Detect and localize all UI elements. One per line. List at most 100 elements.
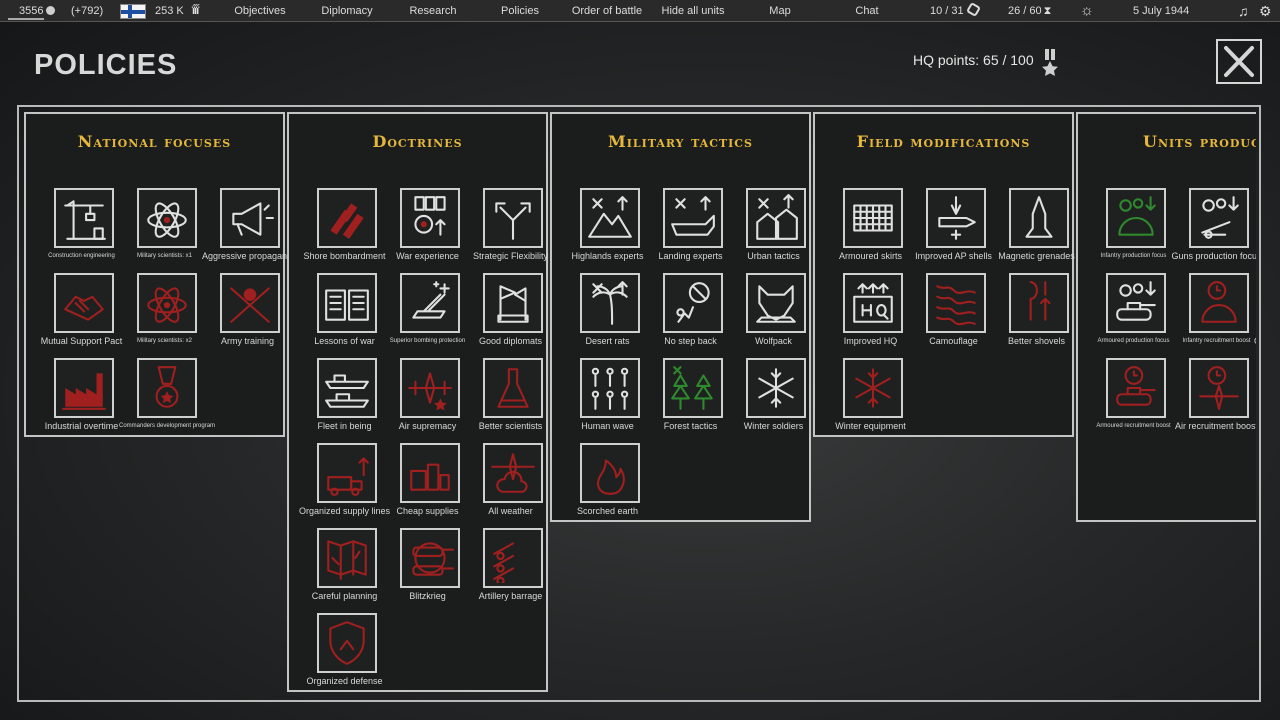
- policy-tile[interactable]: .f{fill:#a01f1f;stroke:none} Mutual Suppo…: [40, 273, 123, 353]
- crane-icon: .f{fill:#e0e0e0;stroke:none}: [64, 200, 106, 240]
- policy-label: Artillery barrage: [478, 591, 543, 601]
- nav-objectives[interactable]: Objectives: [222, 0, 298, 22]
- policy-tile[interactable]: .f{fill:#a01f1f;stroke:none} Organized su…: [299, 443, 390, 523]
- nav-order-of-battle[interactable]: Order of battle: [566, 0, 648, 22]
- policy-tile[interactable]: .f{fill:#e0e0e0;stroke:none} Lessons of w…: [303, 273, 386, 353]
- music-icon[interactable]: ♫: [1238, 0, 1249, 22]
- policy-tile[interactable]: .f{fill:#e0e0e0;stroke:none} Human wave: [566, 358, 649, 438]
- policy-label: Human wave: [581, 421, 634, 431]
- close-button[interactable]: [1216, 39, 1262, 84]
- nav-hide-all-units[interactable]: Hide all units: [658, 0, 728, 22]
- policy-tile[interactable]: .f{fill:#a01f1f;stroke:none} Organized de…: [303, 613, 386, 693]
- policy-tile[interactable]: .f{fill:#e0e0e0;stroke:none} Landing expe…: [649, 188, 732, 268]
- policy-label: Cheap supplies: [396, 506, 459, 516]
- policy-tile[interactable]: .f{fill:#a01f1f;stroke:none} Artillery ba…: [469, 528, 552, 608]
- policy-tile[interactable]: .f{fill:#e0e0e0;stroke:none} Winter soldi…: [732, 358, 815, 438]
- policy-tile[interactable]: .f{fill:#e0e0e0;stroke:none} Guns product…: [1171, 188, 1256, 268]
- no-retreat-icon: .f{fill:#e0e0e0;stroke:none}: [676, 282, 710, 323]
- policy-icon-box: .f{fill:#e0e0e0;stroke:none}: [926, 188, 986, 248]
- policy-tile[interactable]: .f{fill:#e0e0e0;stroke:none} Improved HQ: [829, 273, 912, 353]
- policy-tile[interactable]: .f{fill:#a01f1f;stroke:none} Careful plan…: [303, 528, 386, 608]
- category-title: Units product: [1143, 132, 1256, 151]
- policy-icon-box: .f{fill:#e0e0e0;stroke:none}: [663, 273, 723, 333]
- shovels-icon: .f{fill:#a01f1f;stroke:none}: [1029, 281, 1051, 321]
- policy-tile[interactable]: .f{fill:#e0e0e0;stroke:none} War experien…: [386, 188, 469, 268]
- policy-icon-box: .f{fill:#a01f1f;stroke:none}: [317, 443, 377, 503]
- policy-tile[interactable]: .f{fill:#e0e0e0;stroke:none} Armoured pro…: [1092, 273, 1175, 353]
- policy-icon-box: .f{fill:#e0e0e0;stroke:none}: [1009, 188, 1069, 248]
- policy-tile[interactable]: .f{fill:#a01f1f;stroke:none} Camouflage: [912, 273, 995, 353]
- policy-tile[interactable]: .f{fill:#e0e0e0;stroke:none} Desert rats: [566, 273, 649, 353]
- policy-tile[interactable]: .f{fill:#a01f1f;stroke:none} Air supremac…: [386, 358, 469, 438]
- soldiers-icon: .f{fill:#e0e0e0;stroke:none}: [591, 367, 629, 410]
- policy-tile[interactable]: .f{fill:#e0e0e0;stroke:none} Good diploma…: [469, 273, 552, 353]
- policy-icon-box: .f{fill:#a01f1f;stroke:none}: [317, 528, 377, 588]
- policy-tile[interactable]: .f{fill:#2f8a2f;stroke:none} Infantry pro…: [1092, 188, 1175, 268]
- policy-tile[interactable]: .f{fill:#e0e0e0;stroke:none} Armoured ski…: [829, 188, 912, 268]
- policy-tile[interactable]: .f{fill:#a01f1f;stroke:none} Better shove…: [995, 273, 1078, 353]
- policy-tile[interactable]: .f{fill:#a01f1f;stroke:none} Winter equip…: [829, 358, 912, 438]
- policy-tile[interactable]: .f{fill:#e0e0e0;stroke:none} Urban tactic…: [732, 188, 815, 268]
- policy-tile[interactable]: .f{fill:#e0e0e0;stroke:none} Shore bombar…: [303, 188, 386, 268]
- policy-icon-box: .f{fill:#e0e0e0;stroke:none}: [746, 273, 806, 333]
- policy-tile[interactable]: .f{fill:#e0e0e0;stroke:none} No step back: [649, 273, 732, 353]
- policy-tile[interactable]: .f{fill:#e0e0e0;stroke:none} Military sci…: [123, 188, 206, 268]
- policy-tile[interactable]: .f{fill:#2f8a2f;stroke:none} Forest tacti…: [649, 358, 732, 438]
- clock-plane-icon: .f{fill:#a01f1f;stroke:none}: [1199, 366, 1239, 410]
- policy-label: Organized defense: [306, 676, 383, 686]
- gear-icon[interactable]: ⚙: [1259, 0, 1272, 22]
- policy-tile[interactable]: .f{fill:#e0e0e0;stroke:none} Aggressive p…: [202, 188, 297, 268]
- policy-tile[interactable]: .f{fill:#e0e0e0;stroke:none} Construction…: [40, 188, 123, 268]
- atom-icon: .f{fill:#e0e0e0;stroke:none}: [147, 202, 187, 238]
- policy-icon-box: .f{fill:#e0e0e0;stroke:none}: [317, 273, 377, 333]
- policy-icon-box: .f{fill:#a01f1f;stroke:none}: [1106, 358, 1166, 418]
- policy-icon-box: .f{fill:#a01f1f;stroke:none}: [54, 358, 114, 418]
- nav-policies[interactable]: Policies: [490, 0, 550, 22]
- nav-diplomacy[interactable]: Diplomacy: [312, 0, 382, 22]
- finland-flag-icon[interactable]: [120, 4, 146, 19]
- policy-label: All weather: [488, 506, 533, 516]
- wolf-icon: .f{fill:#e0e0e0;stroke:none}: [756, 285, 796, 323]
- flask-icon: .f{fill:#a01f1f;stroke:none}: [497, 368, 529, 408]
- policy-tile[interactable]: .f{fill:#a01f1f;stroke:none} Commanders d…: [119, 358, 215, 438]
- policy-label: Infantry production focus: [1100, 253, 1167, 259]
- policy-tile[interactable]: .f{fill:#e0e0e0;stroke:none} Strategic Fl…: [469, 188, 552, 268]
- policy-label: Winter equipment: [835, 421, 906, 431]
- category-military-tactics: Military tactics .f{fill:#e0e0e0;stroke:…: [550, 112, 811, 522]
- policy-tile[interactable]: .f{fill:#a01f1f;stroke:none} Scorched ear…: [566, 443, 649, 523]
- nav-chat[interactable]: Chat: [846, 0, 888, 22]
- policy-icon-box: .f{fill:#e0e0e0;stroke:none}: [580, 273, 640, 333]
- policy-tile[interactable]: .f{fill:#e0e0e0;stroke:none} Fleet in bei…: [303, 358, 386, 438]
- policy-tile[interactable]: .f{fill:#e0e0e0;stroke:none} Improved AP …: [912, 188, 995, 268]
- nav-map[interactable]: Map: [760, 0, 800, 22]
- nav-research[interactable]: Research: [400, 0, 466, 22]
- policy-label: Superior bombing protection: [389, 338, 466, 344]
- grenade-icon: .f{fill:#e0e0e0;stroke:none}: [1025, 196, 1053, 238]
- policy-tile[interactable]: .f{fill:#a01f1f;stroke:none} Air recruitm…: [1175, 358, 1256, 438]
- money-underline: [8, 18, 44, 20]
- policy-tile[interactable]: .f{fill:#a01f1f;stroke:none} Infantry rec…: [1175, 273, 1256, 353]
- policy-icon-box: .f{fill:#e0e0e0;stroke:none}: [54, 188, 114, 248]
- policy-tile[interactable]: .f{fill:#e0e0e0;stroke:none} Superior bom…: [386, 273, 469, 353]
- policy-tile[interactable]: .f{fill:#a01f1f;stroke:none} Army trainin…: [206, 273, 289, 353]
- policy-icon-box: .f{fill:#e0e0e0;stroke:none}: [1189, 188, 1249, 248]
- policy-tile[interactable]: .f{fill:#a01f1f;stroke:none} Better scien…: [469, 358, 552, 438]
- policy-tile[interactable]: .f{fill:#a01f1f;stroke:none} Armoured rec…: [1092, 358, 1175, 438]
- landing-craft-icon: .f{fill:#e0e0e0;stroke:none}: [671, 196, 715, 236]
- policy-tile[interactable]: .f{fill:#a01f1f;stroke:none} All weather: [469, 443, 552, 523]
- policy-tile[interactable]: .f{fill:#a01f1f;stroke:none} Industrial o…: [40, 358, 123, 438]
- policy-label: Military scientists: x1: [136, 253, 192, 259]
- policy-tile[interactable]: .f{fill:#a01f1f;stroke:none} Military sci…: [123, 273, 206, 353]
- trucks-icon: .f{fill:#a01f1f;stroke:none}: [327, 457, 369, 496]
- policy-icon-box: .f{fill:#e0e0e0;stroke:none}: [580, 358, 640, 418]
- category-title: Doctrines: [372, 132, 463, 151]
- category-national-focuses: National focuses .f{fill:#e0e0e0;stroke:…: [24, 112, 297, 438]
- policies-scroll-area[interactable]: National focuses .f{fill:#e0e0e0;stroke:…: [22, 110, 1256, 700]
- policy-tile[interactable]: .f{fill:#a01f1f;stroke:none} Cheap suppli…: [386, 443, 469, 523]
- policy-tile[interactable]: .f{fill:#a01f1f;stroke:none} Blitzkrieg: [386, 528, 469, 608]
- policy-label: Camouflage: [929, 336, 978, 346]
- policy-tile[interactable]: .f{fill:#e0e0e0;stroke:none} Highlands ex…: [566, 188, 649, 268]
- policy-tile[interactable]: .f{fill:#e0e0e0;stroke:none} Magnetic gre…: [995, 188, 1078, 268]
- policy-tile[interactable]: .f{fill:#e0e0e0;stroke:none} Wolfpack: [732, 273, 815, 353]
- policy-icon-box: .f{fill:#e0e0e0;stroke:none}: [580, 188, 640, 248]
